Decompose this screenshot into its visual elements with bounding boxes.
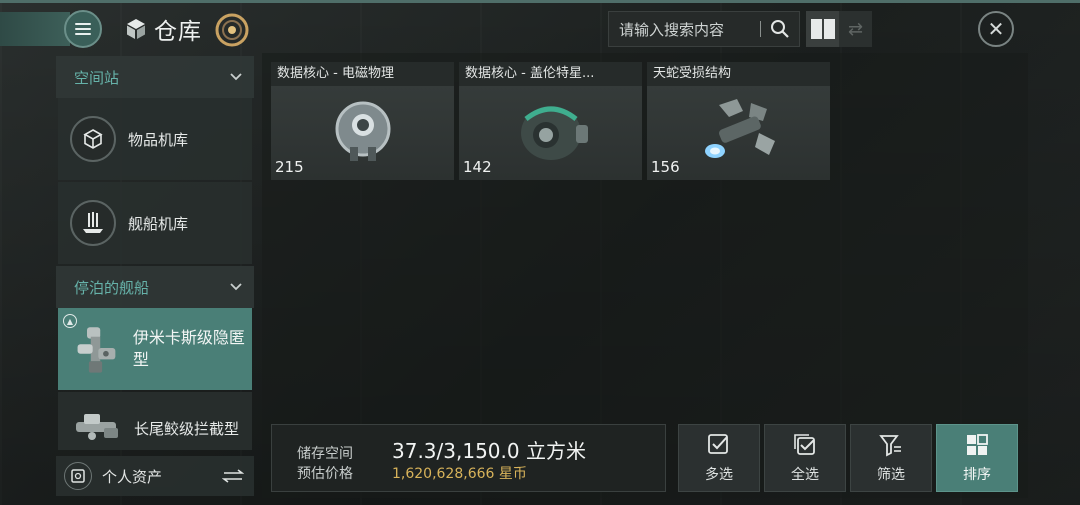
cube-icon [127, 19, 145, 39]
section-header-station[interactable]: 空间站 [56, 56, 254, 98]
sort-grid-icon [967, 434, 988, 455]
swap-arrows-icon [222, 469, 244, 483]
sidebar-item-item-hangar[interactable]: 物品机库 [58, 98, 252, 180]
item-quantity: 156 [651, 158, 680, 176]
section-label: 空间站 [74, 68, 120, 87]
inventory-item-card[interactable]: 数据核心 - 盖伦特星... 142 [459, 62, 642, 180]
menu-icon [75, 23, 91, 35]
item-name: 数据核心 - 电磁物理 [271, 62, 454, 86]
data-core-icon [520, 106, 588, 160]
section-header-docked-ships[interactable]: 停泊的舰船 [56, 266, 254, 308]
cube-icon [70, 116, 116, 162]
item-name: 数据核心 - 盖伦特星... [459, 62, 642, 86]
page-title-group: 仓库 [124, 12, 202, 46]
close-button[interactable]: ✕ [978, 11, 1014, 47]
action-label: 筛选 [877, 467, 905, 483]
page-title: 仓库 [154, 19, 202, 45]
check-box-icon [708, 434, 728, 454]
search-divider [760, 21, 761, 37]
sidebar-item-label: 长尾鲛级拦截型 [134, 420, 240, 438]
filter-button[interactable]: 筛选 [850, 424, 932, 492]
inventory-item-card[interactable]: 数据核心 - 电磁物理 215 [271, 62, 454, 180]
section-label: 停泊的舰船 [74, 278, 150, 297]
item-quantity: 142 [463, 158, 492, 176]
close-icon: ✕ [987, 17, 1005, 41]
storage-summary: 储存空间 37.3/3,150.0 立方米 预估价格 1,620,628,666… [271, 424, 666, 492]
sidebar-item-ship-hangar[interactable]: 舰船机库 [58, 182, 252, 264]
sidebar-item-label: 伊米卡斯级隐匿型 [132, 328, 245, 369]
price-value: 1,620,628,666 星币 [392, 466, 527, 482]
data-core-icon [335, 101, 390, 161]
inventory-item-card[interactable]: 天蛇受损结构 156 [647, 62, 830, 180]
header-left-tab [0, 12, 70, 46]
item-thumbnail: 142 [459, 86, 642, 180]
sidebar-item-ship[interactable]: 长尾鲛级拦截型 [58, 392, 252, 450]
action-label: 多选 [705, 467, 733, 483]
top-edge-bar [0, 0, 1080, 3]
sidebar-item-label: 物品机库 [128, 130, 189, 149]
search-placeholder: 请输入搜索内容 [619, 20, 725, 39]
filter-icon [879, 435, 901, 457]
action-label: 全选 [791, 467, 819, 483]
target-ring-icon[interactable] [214, 12, 250, 48]
sidebar-item-active-ship[interactable]: ▲ 伊米卡斯级隐匿型 [58, 308, 252, 390]
item-thumbnail: 215 [271, 86, 454, 180]
active-ship-marker-icon: ▲ [63, 314, 77, 328]
personal-assets-label: 个人资产 [102, 467, 163, 486]
action-label: 排序 [963, 467, 991, 483]
sort-button[interactable]: 排序 [936, 424, 1018, 492]
swap-view-icon[interactable]: ⇄ [839, 11, 872, 47]
menu-button[interactable] [64, 10, 102, 48]
ship-thumbnail [77, 327, 116, 373]
chevron-down-icon [230, 283, 242, 291]
damaged-structure-icon [704, 99, 775, 158]
ship-thumbnail [76, 414, 118, 440]
item-name: 天蛇受损结构 [647, 62, 830, 86]
item-thumbnail: 156 [647, 86, 830, 180]
price-label: 预估价格 [297, 466, 353, 482]
chevron-down-icon [230, 73, 242, 81]
ship-hangar-icon [70, 200, 116, 246]
price-row: 预估价格 1,620,628,666 星币 [297, 463, 527, 483]
capacity-label: 储存空间 [297, 446, 353, 462]
select-all-button[interactable]: 全选 [764, 424, 846, 492]
item-quantity: 215 [275, 158, 304, 176]
capacity-value: 37.3/3,150.0 立方米 [392, 439, 586, 463]
check-all-icon [794, 434, 815, 455]
sidebar-item-label: 舰船机库 [128, 214, 189, 233]
personal-assets-button[interactable]: 个人资产 [56, 456, 254, 496]
search-icon[interactable] [769, 18, 791, 40]
view-toggle[interactable]: ⇄ [806, 11, 872, 47]
grid-view-icon[interactable] [806, 11, 839, 47]
safe-icon [64, 462, 92, 490]
multi-select-button[interactable]: 多选 [678, 424, 760, 492]
search-input[interactable]: 请输入搜索内容 [608, 11, 800, 47]
capacity-row: 储存空间 37.3/3,150.0 立方米 [297, 435, 586, 464]
